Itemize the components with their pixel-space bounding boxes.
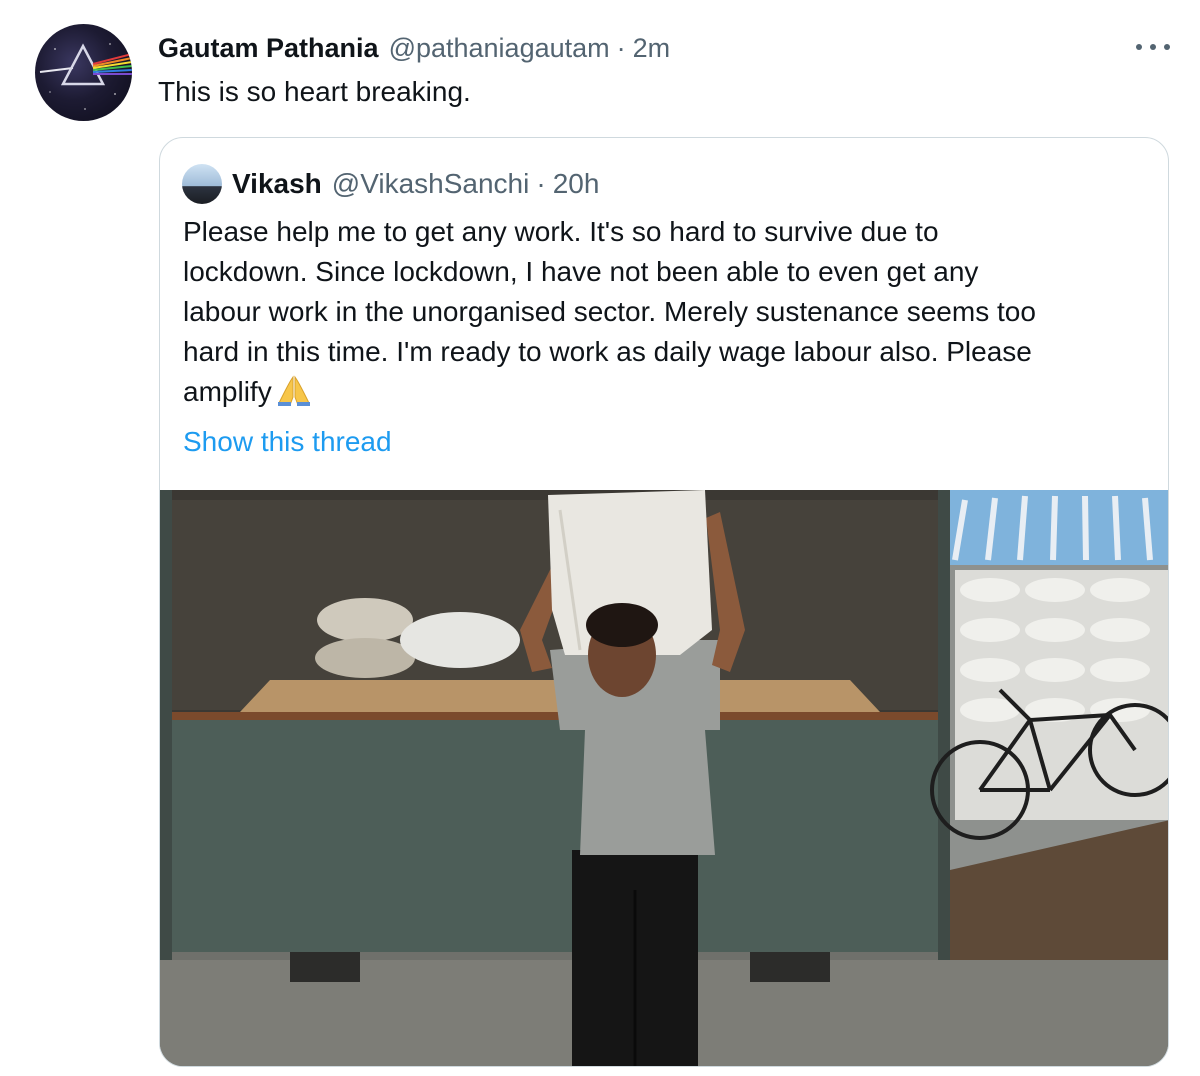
- man-carrying-sack-photo[interactable]: [160, 490, 1168, 1066]
- author-avatar[interactable]: [35, 24, 132, 121]
- quoted-header-separator: ·: [536, 168, 546, 199]
- more-dot: [1150, 44, 1156, 50]
- quoted-text-line: lockdown. Since lockdown, I have not bee…: [183, 256, 979, 287]
- quoted-author-handle[interactable]: @VikashSanchi: [332, 164, 530, 204]
- header-separator: ·: [616, 33, 626, 63]
- quoted-tweet-text: Please help me to get any work. It's so …: [183, 212, 1158, 418]
- tweet-header: Gautam Pathania @pathaniagautam · 2m: [158, 28, 670, 68]
- quoted-author-avatar[interactable]: [182, 164, 222, 204]
- quoted-tweet[interactable]: Vikash @VikashSanchi · 20h Please help m…: [159, 137, 1169, 1067]
- quoted-text-line: hard in this time. I'm ready to work as …: [183, 336, 1032, 367]
- quoted-author-name[interactable]: Vikash: [232, 164, 322, 204]
- quoted-text-line: amplify: [183, 376, 272, 407]
- quoted-tweet-timestamp[interactable]: 20h: [553, 164, 600, 204]
- quoted-tweet-header: Vikash @VikashSanchi · 20h: [182, 164, 599, 204]
- author-name[interactable]: Gautam Pathania: [158, 28, 379, 68]
- more-dot: [1164, 44, 1170, 50]
- author-handle[interactable]: @pathaniagautam: [389, 28, 610, 68]
- tweet-timestamp[interactable]: 2m: [633, 28, 671, 68]
- tweet-text: This is so heart breaking.: [158, 76, 471, 107]
- pink-floyd-prism-avatar-icon: [39, 43, 132, 110]
- show-thread-link[interactable]: Show this thread: [183, 422, 392, 462]
- quoted-text-line-last: amplify: [183, 372, 1158, 418]
- photo-illustration: [160, 490, 1168, 1066]
- folded-hands-emoji-icon: [276, 375, 312, 418]
- tweet[interactable]: Gautam Pathania @pathaniagautam · 2m Thi…: [0, 0, 1200, 1076]
- quoted-text-line: labour work in the unorganised sector. M…: [183, 296, 1036, 327]
- more-options-icon[interactable]: [1136, 36, 1170, 58]
- quoted-text-line: Please help me to get any work. It's so …: [183, 216, 939, 247]
- more-dot: [1136, 44, 1142, 50]
